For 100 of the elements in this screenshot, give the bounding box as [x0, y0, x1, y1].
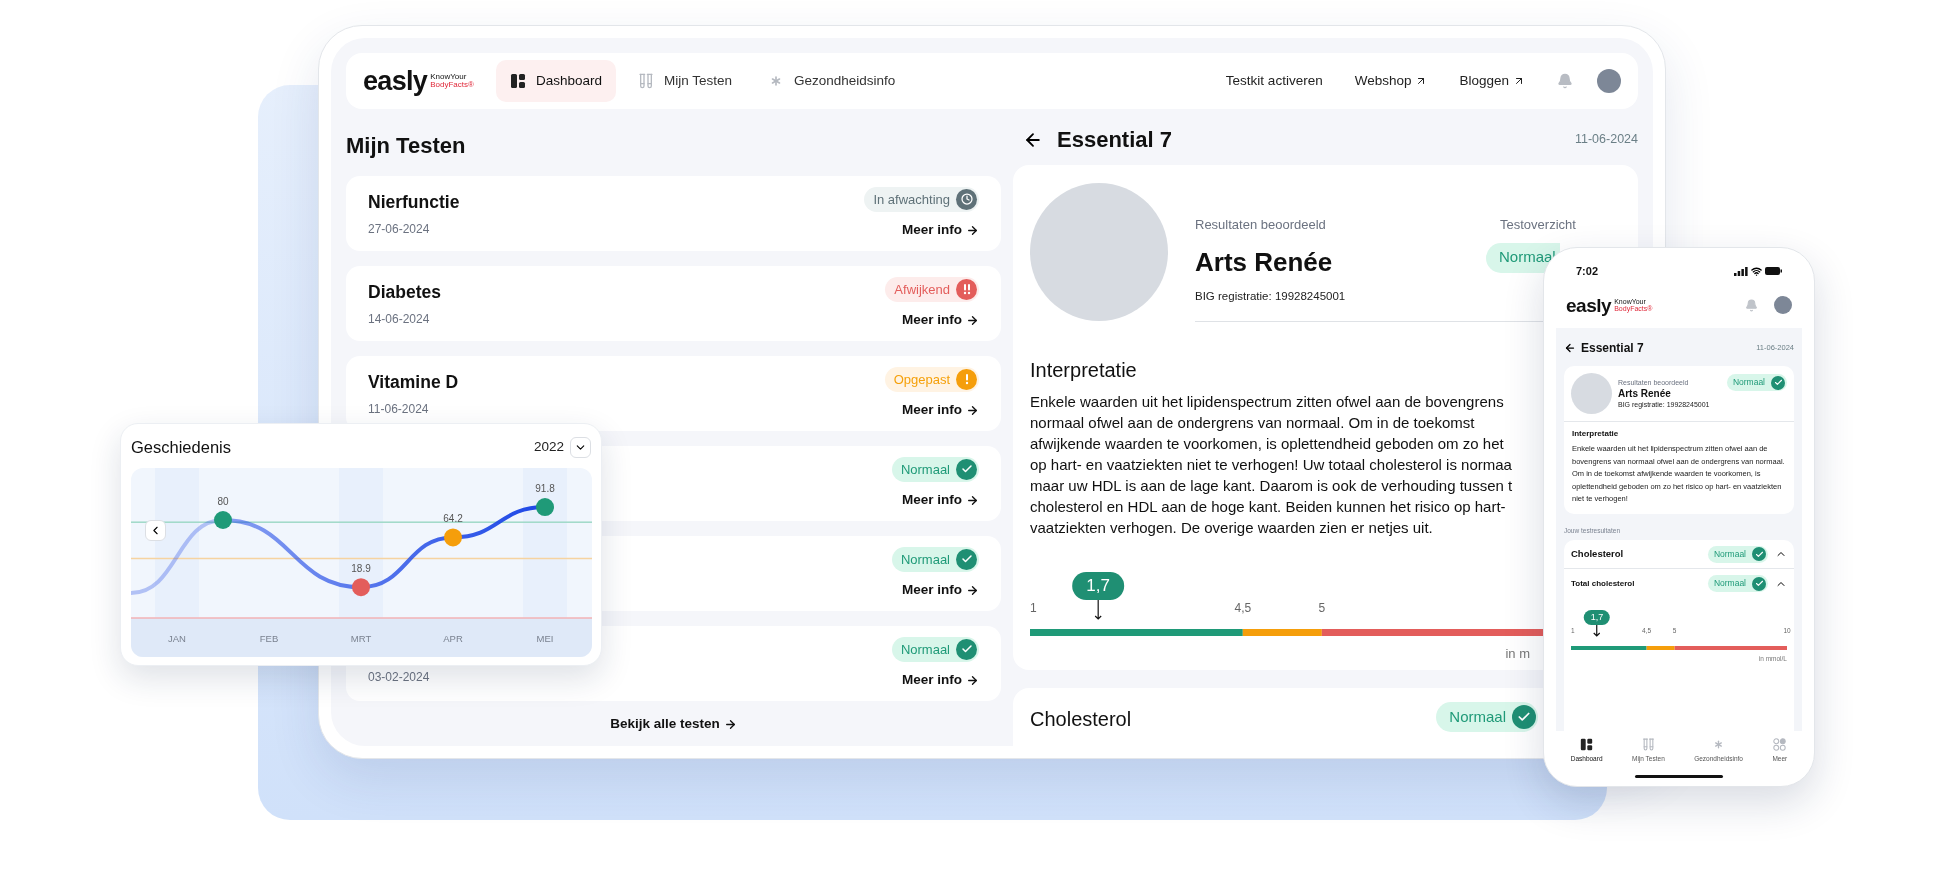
reviewer-name: Arts Renée [1195, 245, 1334, 279]
nav-tab[interactable]: Mijn Testen [623, 60, 746, 102]
result-row[interactable]: Cholesterol Normaal [1564, 540, 1794, 570]
overview-caption: Testoverzicht [1500, 216, 1576, 234]
avatar[interactable] [1774, 296, 1792, 314]
interpretation-text: Enkele waarden uit het lipidenspectrum zitten ofwel aan de bovengrens normaal ofwel aan de ondergrens van normaal. Om in de toekomst afwijkende waarden te voorkomen, is oplettendheid geboden om zo het op hart- en vaatziekten niet te verhogen! Uw totaal cholesterol is normaa maar uw HDL is aan de lage kant. Daarom is ook de verhouding tussen t cholesterol en HDL aan de hoge kant. Beiden kunnen het risico op hart- vaatziekten verhogen. De overige waarden zien er netjes uit. [1030, 392, 1513, 538]
axis-label: APR [443, 633, 463, 644]
axis-label: MEI [536, 633, 554, 644]
logo-wordmark: easly [1566, 295, 1612, 315]
arrow-right-icon [966, 403, 979, 417]
check-icon [956, 638, 977, 660]
scale-tick-label: 5 [1318, 600, 1326, 617]
data-point[interactable] [536, 498, 554, 516]
back-arrow-icon[interactable] [1564, 342, 1576, 354]
scale-tick-label: 4,5 [1234, 600, 1252, 617]
test-name: Nierfunctie [368, 191, 460, 215]
status-label: Normaal [900, 550, 950, 569]
down-arrow-icon [1592, 625, 1601, 638]
axis-label: MRT [350, 633, 372, 644]
status-label: Afwijkend [894, 280, 950, 299]
more-info-link[interactable]: Meer info [902, 489, 979, 511]
more-info-link[interactable]: Meer info [902, 399, 979, 421]
logo-wordmark: easly [363, 67, 428, 95]
more-info-link[interactable]: Meer info [902, 669, 979, 691]
external-link-icon [1513, 75, 1525, 87]
page-title: Essential 7 [1057, 126, 1172, 154]
status-label: Normaal [1713, 547, 1746, 561]
arrow-right-icon [966, 313, 979, 327]
test-card[interactable]: Vitamine D 11-06-2024 Opgepast Meer info [346, 356, 1001, 431]
registration-number: BIG registratie: 19928245001 [1195, 288, 1347, 304]
test-tubes-icon [1641, 738, 1655, 752]
arrow-right-icon [966, 493, 979, 507]
check-icon [956, 548, 977, 570]
down-arrow-icon [1094, 600, 1103, 620]
data-point[interactable] [444, 528, 462, 547]
data-label: 91.8 [535, 483, 555, 494]
check-icon [956, 458, 977, 480]
page-title: Essential 7 [1581, 340, 1644, 357]
test-card[interactable]: Diabetes 14-06-2024 Afwijkend Meer info [346, 266, 1001, 341]
signal-icon [1734, 266, 1748, 276]
battery-icon [1765, 267, 1782, 275]
reviewer-name: Arts Renée [1618, 387, 1672, 400]
status-label: In afwachting [873, 190, 950, 209]
status-label: Normaal [1449, 706, 1506, 727]
nav-link[interactable]: Testkit activeren [1225, 70, 1323, 92]
card-title: Geschiedenis [131, 436, 231, 458]
avatar[interactable] [1597, 69, 1621, 93]
status-label: Normaal [900, 460, 950, 479]
nav-link[interactable]: Bloggen [1459, 70, 1525, 92]
arrow-right-icon [966, 223, 979, 237]
wifi-icon [1751, 265, 1762, 277]
test-date: 03-02-2024 [368, 668, 430, 686]
test-name: Diabetes [368, 281, 441, 305]
test-date: 27-06-2024 [368, 220, 431, 238]
data-label: 80 [217, 496, 229, 507]
section-title: Mijn Testen [346, 131, 466, 160]
data-point[interactable] [214, 511, 232, 529]
check-icon [1752, 547, 1766, 562]
dashboard-icon [1580, 738, 1594, 752]
year-dropdown-button[interactable] [570, 436, 591, 458]
nav-tab[interactable]: Dashboard [495, 60, 616, 102]
notification-bell-icon[interactable] [1557, 73, 1573, 89]
more-info-link[interactable]: Meer info [902, 309, 979, 331]
status-label: Normaal [900, 640, 950, 659]
clock-icon [956, 188, 977, 210]
more-info-link[interactable]: Meer info [902, 579, 979, 601]
scale-tick-label: 1 [1030, 600, 1037, 617]
grid-dots-icon [1773, 738, 1787, 752]
check-icon [1512, 705, 1536, 729]
data-point[interactable] [352, 578, 370, 597]
arrow-right-icon [966, 673, 979, 687]
test-date: 14-06-2024 [368, 310, 431, 328]
result-row[interactable]: Total cholesterol Normaal [1564, 569, 1794, 599]
axis-label: JAN [168, 633, 186, 644]
test-tubes-icon [637, 73, 654, 89]
nav-link[interactable]: Webshop [1354, 70, 1428, 92]
data-label: 18.9 [351, 563, 371, 575]
status-label: Normaal [1713, 577, 1746, 591]
test-name: Vitamine D [368, 371, 459, 395]
test-card[interactable]: Nierfunctie 27-06-2024 In afwachting Meer info [346, 176, 1001, 251]
double-exclamation-icon [956, 278, 977, 300]
axis-label: FEB [259, 633, 279, 644]
logo-tagline: KnowYour [430, 73, 468, 81]
logo-tagline: BodyFacts® [430, 81, 474, 89]
photo-placeholder [1571, 373, 1612, 414]
arrow-right-icon [966, 583, 979, 597]
view-all-link[interactable]: Bekijk alle testen [610, 714, 737, 735]
unit-label: in m [1505, 645, 1530, 663]
page-date: 11-06-2024 [1575, 131, 1638, 149]
result-title: Cholesterol [1571, 547, 1624, 562]
value-bubble: 1,7 [1583, 610, 1611, 626]
status-label: Normaal [1732, 376, 1765, 389]
nav-tab[interactable]: Gezondheidsinfo [754, 60, 910, 102]
more-info-link[interactable]: Meer info [902, 219, 979, 241]
test-date: 11-06-2024 [368, 400, 430, 418]
status-time: 7:02 [1576, 263, 1599, 279]
exclamation-icon [956, 368, 977, 390]
reviewer-caption: Resultaten beoordeeld [1195, 216, 1327, 234]
interpretation-title: Interpretatie [1572, 428, 1620, 440]
dashboard-icon [509, 73, 526, 89]
